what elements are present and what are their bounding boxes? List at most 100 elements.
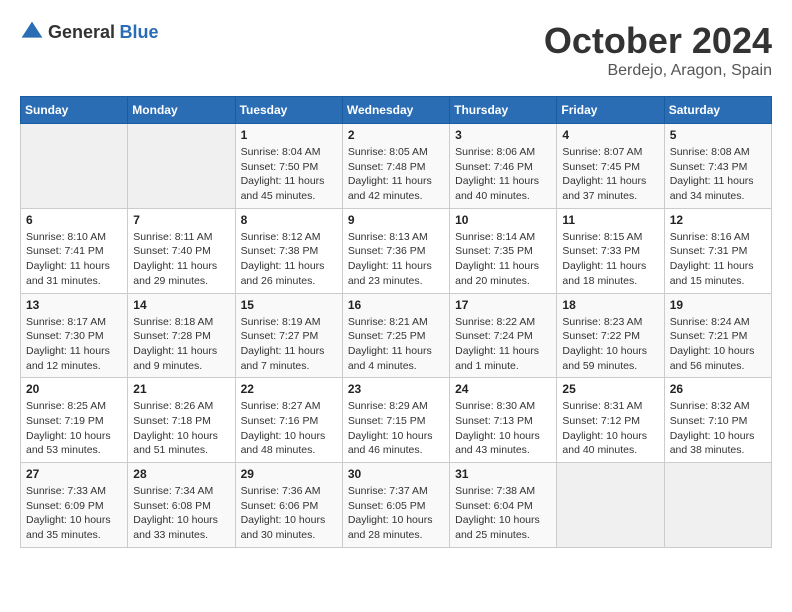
calendar-title: October 2024 xyxy=(544,20,772,62)
calendar-cell: 23 Sunrise: 8:29 AMSunset: 7:15 PMDayligh… xyxy=(342,378,449,463)
day-number: 17 xyxy=(455,298,551,312)
calendar-cell: 4 Sunrise: 8:07 AMSunset: 7:45 PMDaylight… xyxy=(557,124,664,209)
day-info: Sunrise: 7:33 AMSunset: 6:09 PMDaylight:… xyxy=(26,484,122,543)
day-number: 15 xyxy=(241,298,337,312)
calendar-cell xyxy=(128,124,235,209)
calendar-cell: 24Sunrise: 8:30 AMSunset: 7:13 PMDayligh… xyxy=(450,378,557,463)
calendar-cell: 26 Sunrise: 8:32 AMSunset: 7:10 PMDayligh… xyxy=(664,378,771,463)
day-info: Sunrise: 8:17 AMSunset: 7:30 PMDaylight:… xyxy=(26,315,122,374)
calendar-week-row: 27 Sunrise: 7:33 AMSunset: 6:09 PMDayligh… xyxy=(21,463,772,548)
day-number: 5 xyxy=(670,128,766,142)
day-info: Sunrise: 8:13 AMSunset: 7:36 PMDaylight:… xyxy=(348,230,444,289)
day-info: Sunrise: 8:11 AMSunset: 7:40 PMDaylight:… xyxy=(133,230,229,289)
logo-general: General xyxy=(48,22,115,42)
weekday-header-monday: Monday xyxy=(128,97,235,124)
day-number: 10 xyxy=(455,213,551,227)
day-info: Sunrise: 8:26 AMSunset: 7:18 PMDaylight:… xyxy=(133,399,229,458)
weekday-header-row: SundayMondayTuesdayWednesdayThursdayFrid… xyxy=(21,97,772,124)
day-number: 12 xyxy=(670,213,766,227)
day-number: 16 xyxy=(348,298,444,312)
day-info: Sunrise: 8:29 AMSunset: 7:15 PMDaylight:… xyxy=(348,399,444,458)
calendar-cell: 17 Sunrise: 8:22 AMSunset: 7:24 PMDayligh… xyxy=(450,293,557,378)
day-info: Sunrise: 8:24 AMSunset: 7:21 PMDaylight:… xyxy=(670,315,766,374)
calendar-cell: 16 Sunrise: 8:21 AMSunset: 7:25 PMDayligh… xyxy=(342,293,449,378)
day-number: 6 xyxy=(26,213,122,227)
logo-icon xyxy=(20,20,44,44)
day-info: Sunrise: 8:31 AMSunset: 7:12 PMDaylight:… xyxy=(562,399,658,458)
weekday-header-thursday: Thursday xyxy=(450,97,557,124)
day-number: 26 xyxy=(670,382,766,396)
day-number: 18 xyxy=(562,298,658,312)
calendar-cell: 15 Sunrise: 8:19 AMSunset: 7:27 PMDayligh… xyxy=(235,293,342,378)
day-number: 3 xyxy=(455,128,551,142)
day-info: Sunrise: 8:19 AMSunset: 7:27 PMDaylight:… xyxy=(241,315,337,374)
calendar-cell: 2Sunrise: 8:05 AMSunset: 7:48 PMDaylight… xyxy=(342,124,449,209)
day-number: 8 xyxy=(241,213,337,227)
day-info: Sunrise: 8:08 AMSunset: 7:43 PMDaylight:… xyxy=(670,145,766,204)
calendar-cell: 14Sunrise: 8:18 AMSunset: 7:28 PMDayligh… xyxy=(128,293,235,378)
weekday-header-friday: Friday xyxy=(557,97,664,124)
day-number: 11 xyxy=(562,213,658,227)
day-number: 4 xyxy=(562,128,658,142)
day-number: 23 xyxy=(348,382,444,396)
day-number: 7 xyxy=(133,213,229,227)
logo-text: General Blue xyxy=(48,22,159,43)
day-info: Sunrise: 7:34 AMSunset: 6:08 PMDaylight:… xyxy=(133,484,229,543)
day-number: 1 xyxy=(241,128,337,142)
day-info: Sunrise: 8:16 AMSunset: 7:31 PMDaylight:… xyxy=(670,230,766,289)
weekday-header-wednesday: Wednesday xyxy=(342,97,449,124)
calendar-cell: 3Sunrise: 8:06 AMSunset: 7:46 PMDaylight… xyxy=(450,124,557,209)
weekday-header-sunday: Sunday xyxy=(21,97,128,124)
calendar-cell xyxy=(21,124,128,209)
calendar-week-row: 20 Sunrise: 8:25 AMSunset: 7:19 PMDayligh… xyxy=(21,378,772,463)
calendar-location: Berdejo, Aragon, Spain xyxy=(544,62,772,80)
day-info: Sunrise: 8:04 AMSunset: 7:50 PMDaylight:… xyxy=(241,145,337,204)
day-info: Sunrise: 7:37 AMSunset: 6:05 PMDaylight:… xyxy=(348,484,444,543)
calendar-cell: 18 Sunrise: 8:23 AMSunset: 7:22 PMDayligh… xyxy=(557,293,664,378)
calendar-cell: 30Sunrise: 7:37 AMSunset: 6:05 PMDayligh… xyxy=(342,463,449,548)
day-number: 31 xyxy=(455,467,551,481)
calendar-cell: 28 Sunrise: 7:34 AMSunset: 6:08 PMDayligh… xyxy=(128,463,235,548)
calendar-cell: 1 Sunrise: 8:04 AMSunset: 7:50 PMDaylight… xyxy=(235,124,342,209)
calendar-cell: 10 Sunrise: 8:14 AMSunset: 7:35 PMDayligh… xyxy=(450,208,557,293)
day-number: 21 xyxy=(133,382,229,396)
day-number: 13 xyxy=(26,298,122,312)
calendar-cell xyxy=(557,463,664,548)
day-info: Sunrise: 8:07 AMSunset: 7:45 PMDaylight:… xyxy=(562,145,658,204)
calendar-cell: 8Sunrise: 8:12 AMSunset: 7:38 PMDaylight… xyxy=(235,208,342,293)
page-header: General Blue October 2024 Berdejo, Arago… xyxy=(20,20,772,80)
day-number: 28 xyxy=(133,467,229,481)
day-number: 22 xyxy=(241,382,337,396)
day-info: Sunrise: 8:10 AMSunset: 7:41 PMDaylight:… xyxy=(26,230,122,289)
calendar-cell: 7 Sunrise: 8:11 AMSunset: 7:40 PMDaylight… xyxy=(128,208,235,293)
day-number: 29 xyxy=(241,467,337,481)
calendar-cell xyxy=(664,463,771,548)
day-info: Sunrise: 8:22 AMSunset: 7:24 PMDaylight:… xyxy=(455,315,551,374)
logo-blue: Blue xyxy=(120,22,159,42)
calendar-table: SundayMondayTuesdayWednesdayThursdayFrid… xyxy=(20,96,772,548)
day-info: Sunrise: 8:32 AMSunset: 7:10 PMDaylight:… xyxy=(670,399,766,458)
day-info: Sunrise: 8:21 AMSunset: 7:25 PMDaylight:… xyxy=(348,315,444,374)
day-info: Sunrise: 8:25 AMSunset: 7:19 PMDaylight:… xyxy=(26,399,122,458)
calendar-cell: 29Sunrise: 7:36 AMSunset: 6:06 PMDayligh… xyxy=(235,463,342,548)
day-number: 19 xyxy=(670,298,766,312)
calendar-cell: 21 Sunrise: 8:26 AMSunset: 7:18 PMDayligh… xyxy=(128,378,235,463)
calendar-week-row: 1 Sunrise: 8:04 AMSunset: 7:50 PMDaylight… xyxy=(21,124,772,209)
day-number: 20 xyxy=(26,382,122,396)
day-number: 9 xyxy=(348,213,444,227)
calendar-cell: 22 Sunrise: 8:27 AMSunset: 7:16 PMDayligh… xyxy=(235,378,342,463)
day-number: 14 xyxy=(133,298,229,312)
day-info: Sunrise: 8:27 AMSunset: 7:16 PMDaylight:… xyxy=(241,399,337,458)
logo: General Blue xyxy=(20,20,159,44)
calendar-cell: 6 Sunrise: 8:10 AMSunset: 7:41 PMDaylight… xyxy=(21,208,128,293)
calendar-week-row: 13 Sunrise: 8:17 AMSunset: 7:30 PMDayligh… xyxy=(21,293,772,378)
day-info: Sunrise: 8:23 AMSunset: 7:22 PMDaylight:… xyxy=(562,315,658,374)
day-number: 2 xyxy=(348,128,444,142)
weekday-header-tuesday: Tuesday xyxy=(235,97,342,124)
calendar-cell: 25 Sunrise: 8:31 AMSunset: 7:12 PMDayligh… xyxy=(557,378,664,463)
day-number: 24 xyxy=(455,382,551,396)
weekday-header-saturday: Saturday xyxy=(664,97,771,124)
day-number: 25 xyxy=(562,382,658,396)
day-info: Sunrise: 8:14 AMSunset: 7:35 PMDaylight:… xyxy=(455,230,551,289)
day-number: 27 xyxy=(26,467,122,481)
